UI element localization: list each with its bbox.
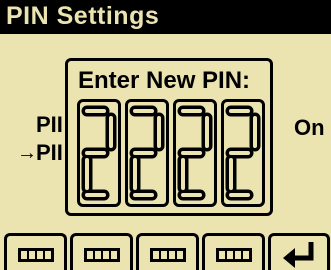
softkey-digit-4[interactable] [202,233,265,270]
enter-pin-dialog: Enter New PIN: 2 2 2 2 [65,58,273,216]
digit-select-icon [216,248,252,262]
pin-digit-4[interactable]: 2 [221,99,265,207]
pin-digit-1[interactable]: 2 [77,99,121,207]
softkey-bar [0,233,331,270]
selection-arrow-icon: → [17,142,37,164]
seven-segment-glyph [81,105,117,201]
softkey-digit-1[interactable] [4,233,67,270]
pin-change-label: PII [36,140,63,165]
seven-segment-glyph [177,105,213,201]
digit-select-icon [84,248,120,262]
digit-select-icon [18,248,54,262]
enter-return-icon [283,242,314,268]
device-screen: PIN Settings PII On → PII Enter New PIN:… [0,0,331,270]
pin-digit-3[interactable]: 2 [173,99,217,207]
title-bar: PIN Settings [0,0,331,34]
pin-enable-value: On [294,115,325,140]
page-title: PIN Settings [6,2,160,30]
seven-segment-glyph [129,105,165,201]
dialog-title: Enter New PIN: [78,67,251,94]
softkey-enter[interactable] [268,233,330,270]
pin-digit-2[interactable]: 2 [125,99,169,207]
pin-enable-label: PII [36,112,63,137]
softkey-digit-2[interactable] [70,233,133,270]
seven-segment-glyph [225,105,261,201]
digit-select-icon [150,248,186,262]
softkey-digit-3[interactable] [136,233,199,270]
